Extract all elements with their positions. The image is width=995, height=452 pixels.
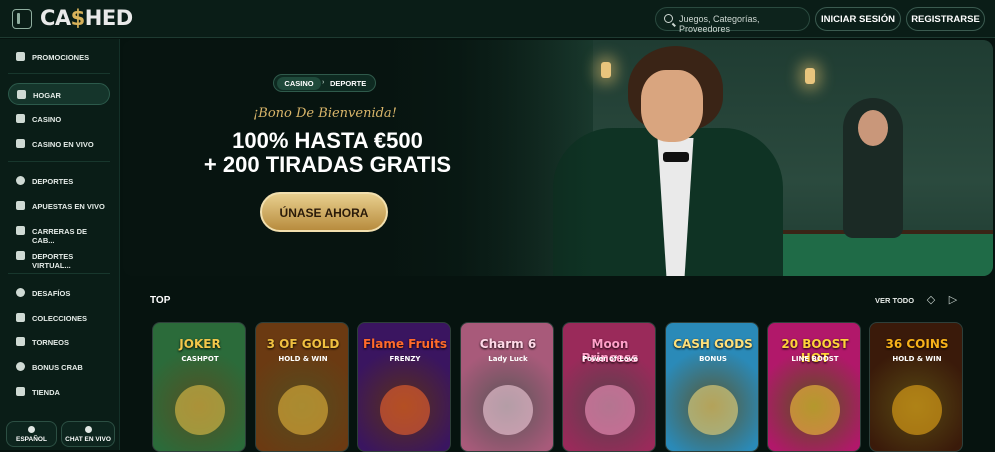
game-subtitle: HOLD & WIN	[892, 355, 942, 363]
sidebar: PROMOCIONES HOGAR CASINO CASINO EN VIVO …	[0, 39, 120, 450]
sidebar-item-carreras[interactable]: CARRERAS DE CAB...	[8, 220, 110, 245]
game-title: Flame Fruits	[362, 337, 448, 351]
game-subtitle: Lady Luck	[488, 355, 528, 363]
sidebar-item-casino[interactable]: CASINO	[8, 108, 110, 130]
chevron-left-icon[interactable]: ◇	[924, 294, 938, 306]
chevron-right-icon[interactable]: ▷	[946, 294, 960, 306]
game-art	[585, 385, 635, 435]
sidebar-item-deportes[interactable]: DEPORTES	[8, 170, 110, 192]
dealer-face	[858, 110, 888, 146]
game-subtitle: BONUS	[699, 355, 727, 363]
live-chat-button[interactable]: CHAT EN VIVO	[61, 421, 115, 447]
chevron-right-icon: ›	[322, 79, 325, 86]
virtual-icon	[16, 251, 25, 260]
game-title: Charm 6	[479, 337, 537, 351]
bow-tie	[663, 152, 689, 162]
sidebar-item-deportes-virtuales[interactable]: DEPORTES VIRTUAL...	[8, 245, 110, 270]
game-subtitle: HOLD & WIN	[278, 355, 328, 363]
game-tile[interactable]: 20 BOOST HOT LINE BOOST	[767, 322, 861, 452]
sidebar-toggle-icon[interactable]	[12, 9, 32, 29]
sidebar-divider	[8, 161, 110, 162]
game-subtitle: Power of Love	[582, 355, 638, 363]
sidebar-item-bonus-crab[interactable]: BONUS CRAB	[8, 356, 110, 378]
game-title: 36 COINS	[885, 337, 949, 351]
sidebar-divider	[8, 73, 110, 74]
sidebar-item-torneos[interactable]: TORNEOS	[8, 331, 110, 353]
shop-icon	[16, 387, 25, 396]
sidebar-item-apuestas-en-vivo[interactable]: APUESTAS EN VIVO	[8, 195, 110, 217]
game-title: CASH GODS	[673, 337, 753, 351]
chat-icon	[84, 426, 92, 433]
search-input[interactable]: Juegos, Categorías, Proveedores	[655, 7, 810, 34]
site-logo[interactable]: CA$HED	[40, 6, 133, 30]
hero-character-face	[641, 70, 703, 142]
flag-icon	[28, 426, 35, 433]
game-tile[interactable]: Charm 6 Lady Luck	[460, 322, 554, 452]
sidebar-item-desafios[interactable]: DESAFÍOS	[8, 282, 110, 304]
horse-icon	[16, 226, 25, 235]
hero-headline-1: 100% HASTA €500	[232, 128, 423, 153]
crab-icon	[16, 362, 25, 371]
sidebar-item-casino-en-vivo[interactable]: CASINO EN VIVO	[8, 133, 110, 155]
game-art	[278, 385, 328, 435]
game-tile[interactable]: 36 COINS HOLD & WIN	[869, 322, 963, 452]
game-tile[interactable]: 3 OF GOLD HOLD & WIN	[255, 322, 349, 452]
game-title: 3 OF GOLD	[266, 337, 340, 351]
game-art	[892, 385, 942, 435]
game-title: JOKER	[179, 337, 221, 351]
game-tile[interactable]: JOKER CASHPOT	[152, 322, 246, 452]
game-subtitle: LINE BOOST	[791, 355, 839, 363]
top-bar: CA$HED Juegos, Categorías, Proveedores I…	[0, 0, 995, 38]
ball-icon	[16, 176, 25, 185]
sidebar-item-colecciones[interactable]: COLECCIONES	[8, 307, 110, 329]
tab-deporte[interactable]: DEPORTE	[330, 79, 366, 88]
hero-subtitle: ¡Bono De Bienvenida!	[253, 106, 397, 121]
game-art	[380, 385, 430, 435]
game-subtitle: FRENZY	[389, 355, 421, 363]
hero-tabs: CASINO › DEPORTE	[273, 74, 376, 92]
wall-lamp-icon	[805, 68, 815, 84]
target-icon	[16, 288, 25, 297]
gift-icon	[16, 52, 25, 61]
see-all-link[interactable]: VER TODO	[875, 296, 914, 305]
sidebar-divider	[8, 273, 110, 274]
game-tile[interactable]: Moon Princess Power of Love	[562, 322, 656, 452]
join-now-button[interactable]: ÚNASE AHORA	[260, 192, 388, 232]
game-art	[688, 385, 738, 435]
collection-icon	[16, 313, 25, 322]
section-title: TOP	[150, 295, 171, 306]
search-placeholder: Juegos, Categorías, Proveedores	[679, 14, 760, 34]
search-icon	[664, 14, 673, 23]
language-button[interactable]: ESPAÑOL	[6, 421, 57, 447]
live-bet-icon	[16, 201, 25, 210]
live-cards-icon	[16, 139, 25, 148]
card-icon	[16, 114, 25, 123]
game-tile[interactable]: CASH GODS BONUS	[665, 322, 759, 452]
login-button[interactable]: INICIAR SESIÓN	[815, 7, 901, 31]
trophy-icon	[16, 337, 25, 346]
sidebar-item-hogar[interactable]: HOGAR	[8, 83, 110, 105]
tab-casino[interactable]: CASINO	[277, 77, 321, 90]
home-icon	[17, 90, 26, 99]
game-art	[175, 385, 225, 435]
game-art	[790, 385, 840, 435]
hero-headline-2: + 200 TIRADAS GRATIS	[203, 152, 452, 177]
wall-lamp-icon	[601, 62, 611, 78]
game-subtitle: CASHPOT	[181, 355, 219, 363]
register-button[interactable]: REGISTRARSE	[906, 7, 985, 31]
sidebar-item-promociones[interactable]: PROMOCIONES	[8, 46, 110, 68]
sidebar-item-tienda[interactable]: TIENDA	[8, 381, 110, 403]
game-art	[483, 385, 533, 435]
game-tile[interactable]: Flame Fruits FRENZY	[357, 322, 451, 452]
